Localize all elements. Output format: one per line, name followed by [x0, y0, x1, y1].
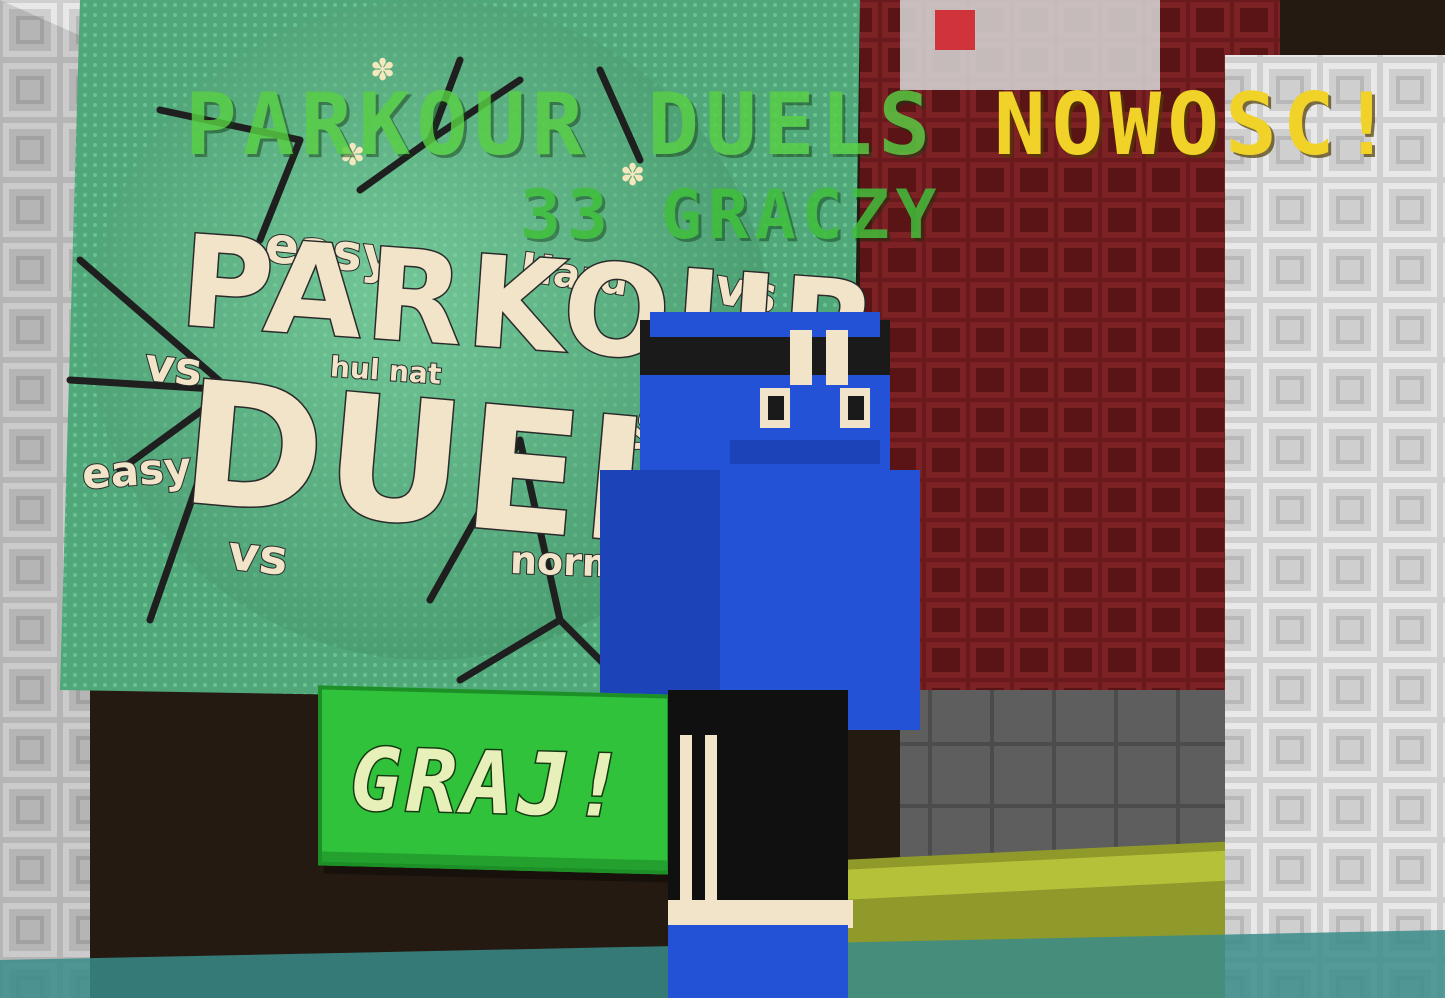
hologram-game-name: PARKOUR DUELS	[185, 75, 937, 175]
hologram-new-badge: NOWOSC!	[993, 75, 1399, 175]
play-button-label: GRAJ!	[349, 729, 631, 839]
hologram-title: PARKOUR DUELS NOWOSC!	[185, 82, 1398, 168]
stone-pillar-right	[1225, 55, 1445, 998]
play-button[interactable]: GRAJ!	[318, 685, 671, 875]
player-legs	[668, 690, 848, 930]
game-viewport: ✽ ✽ ✽ easy Hard vs vs hul nat vs easy vs…	[0, 0, 1445, 998]
hologram-player-count: 33 GRACZY	[520, 176, 943, 255]
poster-word: easy	[79, 441, 193, 499]
